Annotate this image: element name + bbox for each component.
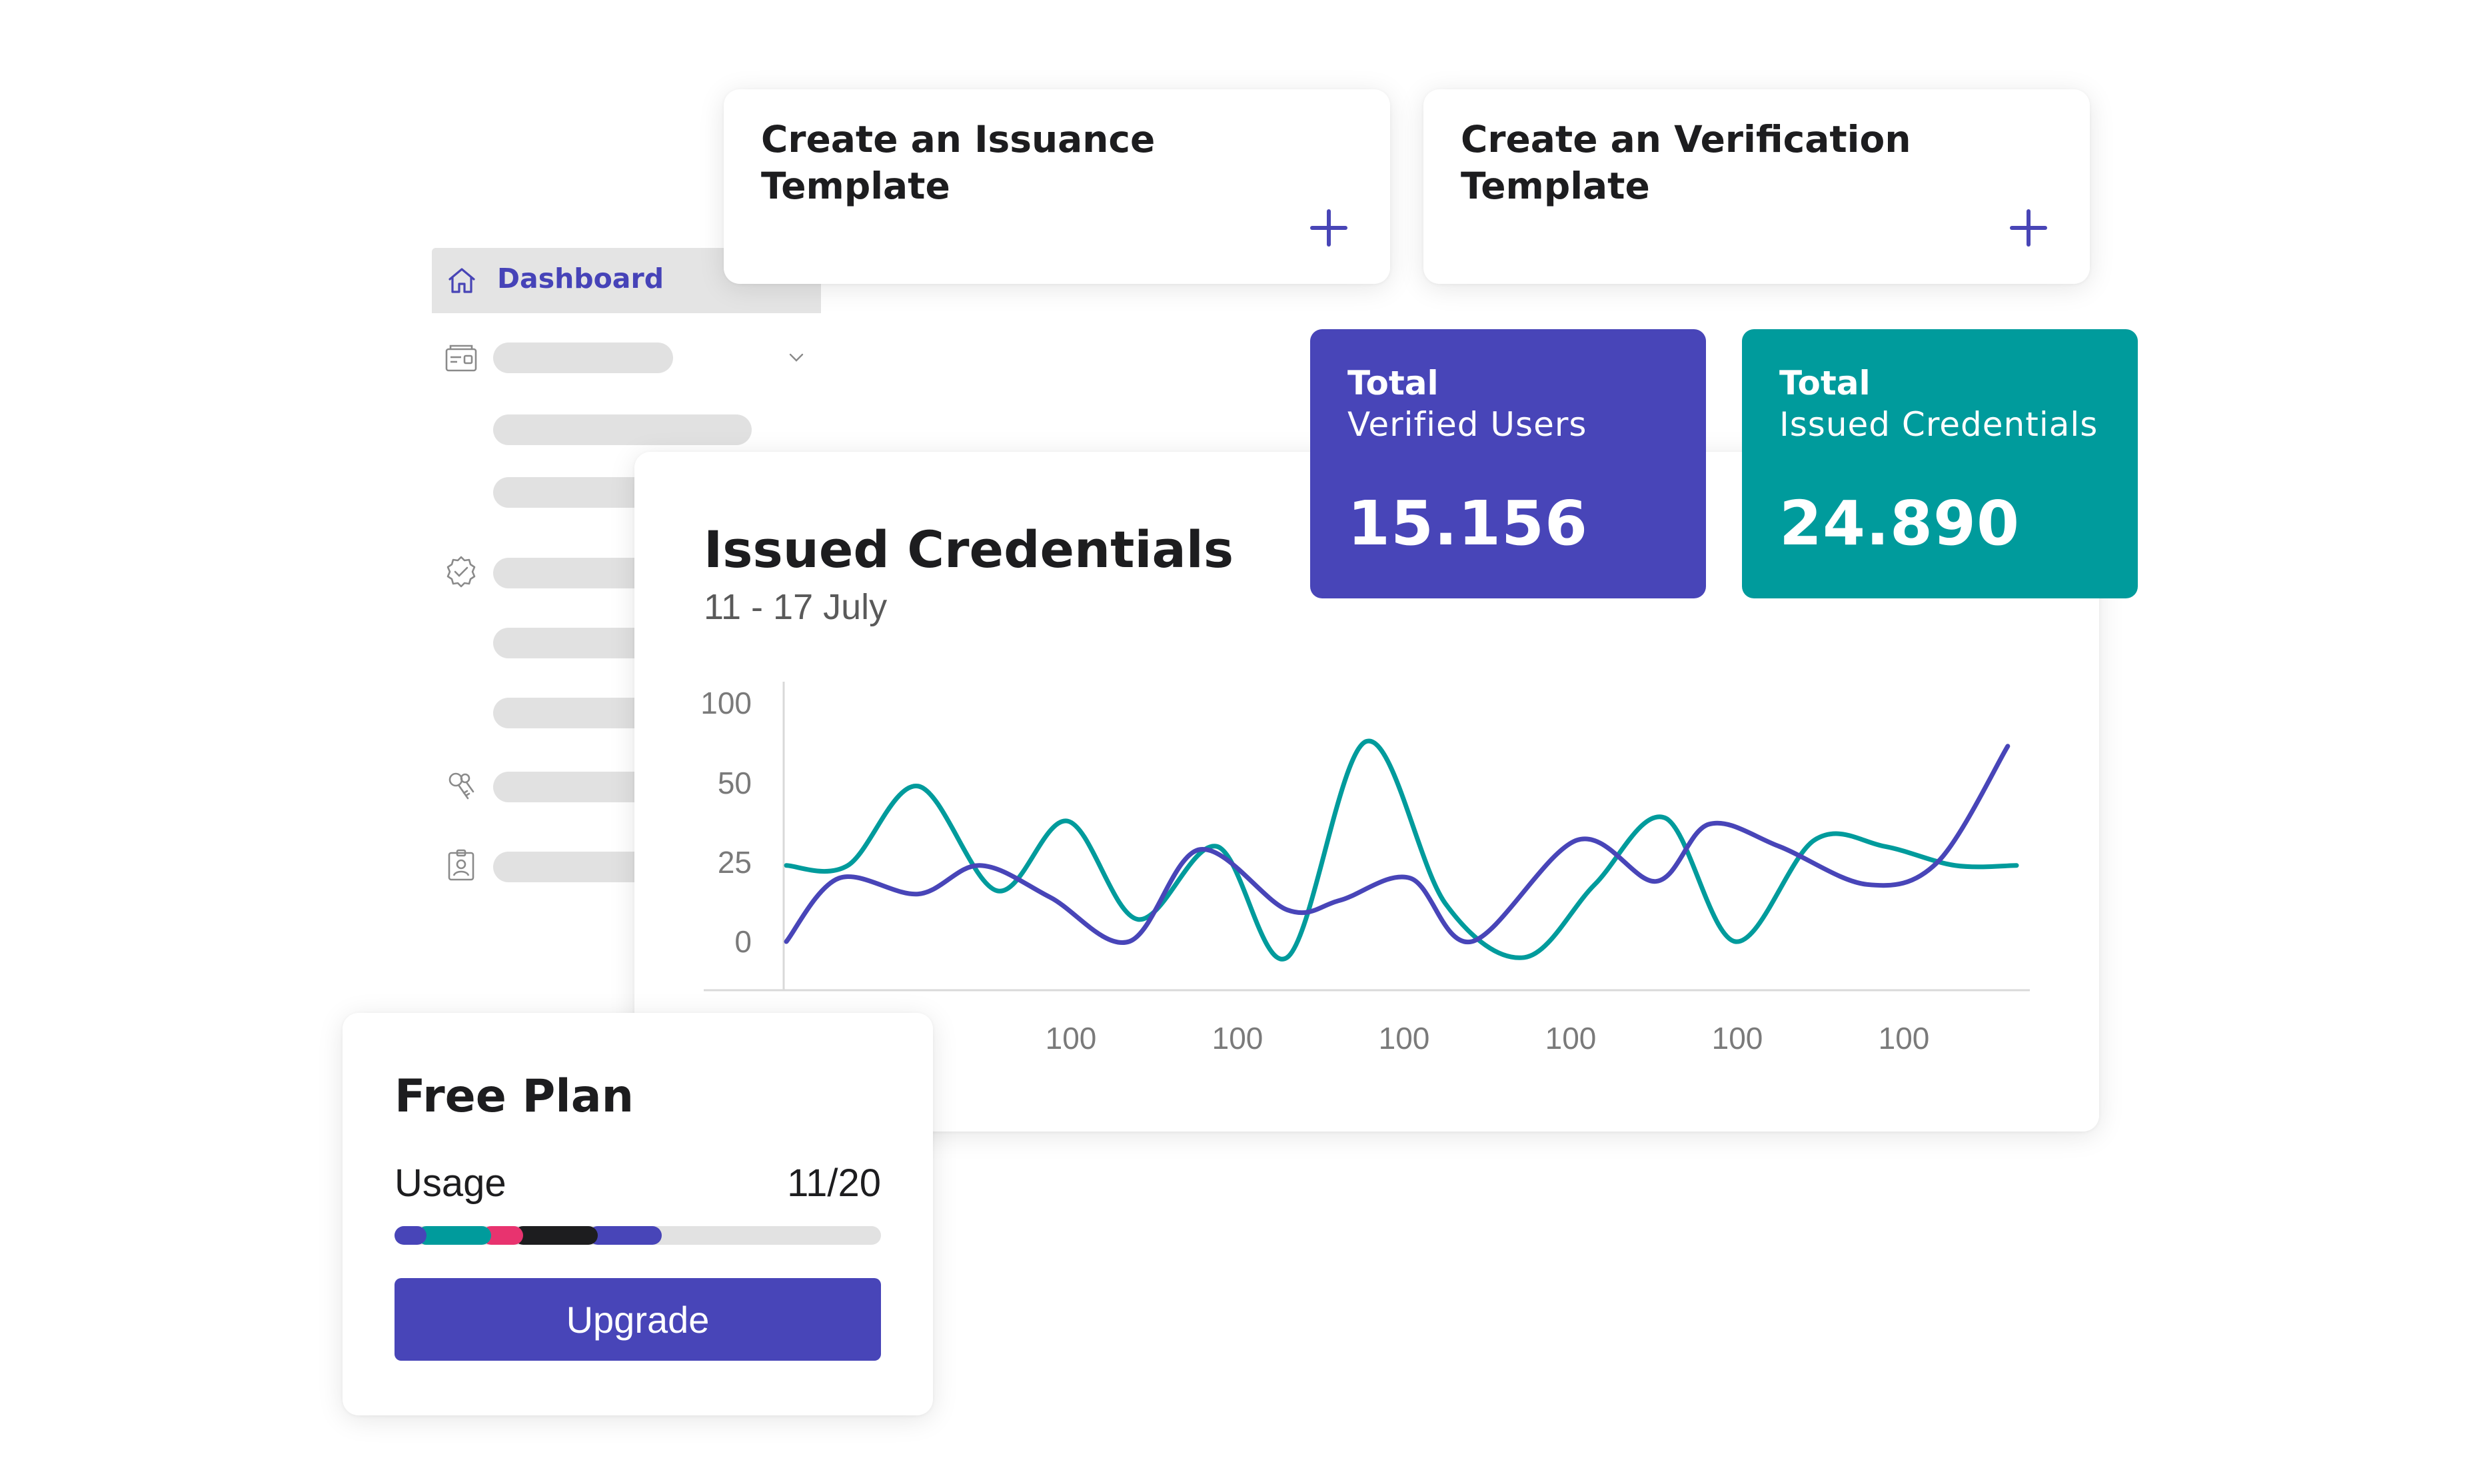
issuance-template-card[interactable]: Create an Issuance Template [724, 89, 1390, 284]
stat-label-bold: Total [1779, 364, 1871, 402]
issued-credentials-stat-card: Total Issued Credentials 24.890 [1742, 329, 2138, 598]
usage-bar-segment [395, 1226, 427, 1245]
y-tick-label: 50 [718, 766, 752, 800]
credentials-card-icon[interactable] [444, 341, 478, 376]
sidebar-item-placeholder[interactable] [493, 343, 673, 373]
x-tick-label: 100 [1712, 1021, 1763, 1056]
series-line-1 [784, 744, 2011, 946]
stat-label: Issued Credentials [1779, 405, 2098, 444]
upgrade-button[interactable]: Upgrade [395, 1278, 881, 1361]
card-title: Create an Verification Template [1461, 118, 1911, 207]
y-tick-label: 0 [734, 924, 752, 959]
verification-template-card[interactable]: Create an Verification Template [1423, 89, 2090, 284]
plus-icon[interactable] [1310, 209, 1347, 247]
card-title: Create an Issuance Template [761, 118, 1156, 207]
x-tick-label: 100 [1212, 1021, 1263, 1056]
usage-value: 11/20 [787, 1161, 881, 1205]
stat-value: 15.156 [1347, 488, 1589, 559]
usage-label: Usage [395, 1161, 506, 1205]
id-badge-icon[interactable] [444, 848, 478, 882]
x-tick-label: 100 [1379, 1021, 1430, 1056]
x-tick-label: 100 [1879, 1021, 1930, 1056]
usage-progress-bar [395, 1226, 881, 1245]
stat-label: Verified Users [1347, 405, 1587, 444]
chevron-down-icon[interactable] [786, 351, 806, 365]
y-tick-label: 100 [700, 686, 752, 720]
free-plan-card: Free Plan Usage 11/20 Upgrade [343, 1013, 933, 1415]
plan-title: Free Plan [395, 1070, 634, 1123]
sidebar-subitem-placeholder[interactable] [493, 414, 752, 445]
usage-bar-segment [417, 1226, 491, 1245]
sidebar-item-label: Dashboard [497, 263, 664, 295]
usage-bar-segment [588, 1226, 662, 1245]
usage-bar-segment [513, 1226, 598, 1245]
stat-label-bold: Total [1347, 364, 1439, 402]
plus-icon[interactable] [2010, 209, 2047, 247]
x-tick-label: 100 [1545, 1021, 1597, 1056]
y-tick-label: 25 [718, 845, 752, 880]
stat-value: 24.890 [1779, 488, 2021, 559]
verified-users-stat-card: Total Verified Users 15.156 [1310, 329, 1706, 598]
keys-icon[interactable] [444, 769, 478, 804]
home-icon [448, 268, 475, 293]
x-tick-label: 100 [1046, 1021, 1097, 1056]
series-line-0 [784, 738, 2019, 962]
verified-badge-icon[interactable] [444, 554, 478, 589]
